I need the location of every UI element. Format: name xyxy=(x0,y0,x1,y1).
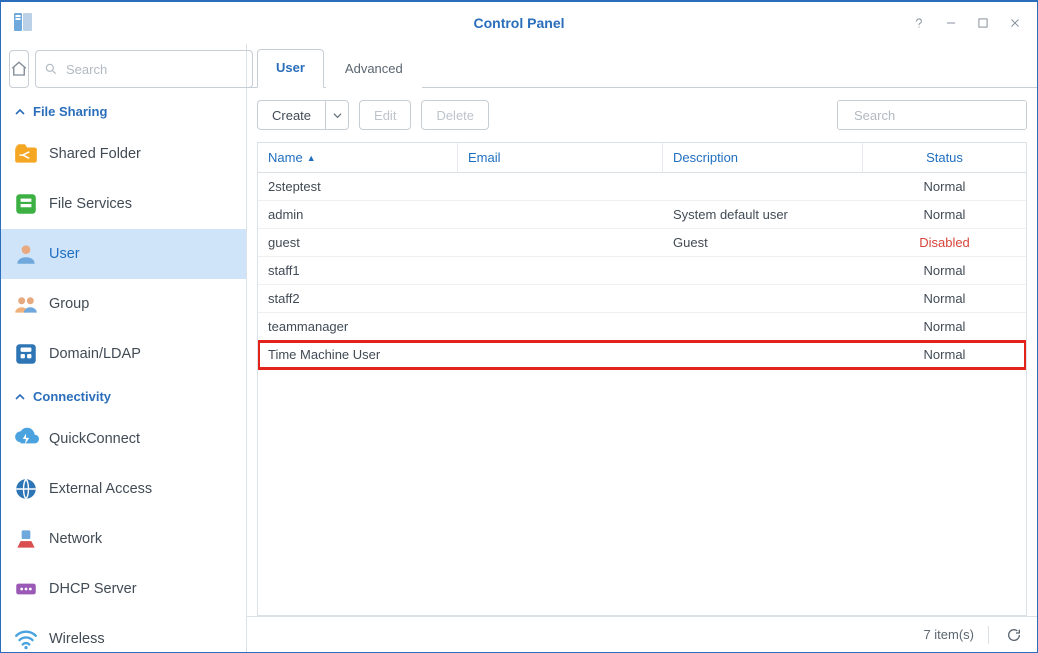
table-row[interactable]: staff1 Normal xyxy=(258,257,1026,285)
help-button[interactable] xyxy=(905,9,933,37)
group-icon xyxy=(13,291,39,317)
edit-button[interactable]: Edit xyxy=(359,100,411,130)
col-status[interactable]: Status xyxy=(863,143,1026,172)
sidebar-item-dhcp-server[interactable]: DHCP Server xyxy=(1,564,246,614)
sidebar-item-group[interactable]: Group xyxy=(1,279,246,329)
control-panel-icon xyxy=(11,10,35,34)
sidebar-item-shared-folder[interactable]: Shared Folder xyxy=(1,129,246,179)
tabbar: User Advanced xyxy=(247,44,1037,88)
chevron-up-icon xyxy=(15,107,25,117)
home-button[interactable] xyxy=(9,50,29,88)
sidebar-item-label: External Access xyxy=(49,481,152,497)
table-row[interactable]: Time Machine User Normal xyxy=(258,341,1026,369)
close-button[interactable] xyxy=(1001,9,1029,37)
file-services-icon xyxy=(13,191,39,217)
chevron-up-icon xyxy=(15,392,25,402)
delete-button[interactable]: Delete xyxy=(421,100,489,130)
shared-folder-icon xyxy=(13,141,39,167)
sidebar-item-file-services[interactable]: File Services xyxy=(1,179,246,229)
sidebar-item-label: User xyxy=(49,246,80,262)
cell-status: Normal xyxy=(863,207,1026,222)
window-title: Control Panel xyxy=(473,15,564,31)
cell-status: Normal xyxy=(863,347,1026,362)
sidebar-item-external-access[interactable]: External Access xyxy=(1,464,246,514)
user-grid: Name▲ Email Description Status 2steptest… xyxy=(257,142,1027,616)
cell-name: 2steptest xyxy=(258,179,458,194)
item-count: 7 item(s) xyxy=(923,627,974,642)
sidebar-item-domain-ldap[interactable]: Domain/LDAP xyxy=(1,329,246,379)
cell-description: System default user xyxy=(663,207,863,222)
cell-name: guest xyxy=(258,235,458,250)
sidebar-item-label: File Services xyxy=(49,196,132,212)
sidebar-item-label: Group xyxy=(49,296,89,312)
control-panel-window: Control Panel File SharingShared FolderF… xyxy=(0,0,1038,653)
cell-name: admin xyxy=(258,207,458,222)
table-row[interactable]: admin System default userNormal xyxy=(258,201,1026,229)
cell-status: Normal xyxy=(863,319,1026,334)
toolbar-search[interactable] xyxy=(837,100,1027,130)
quickconnect-icon xyxy=(13,426,39,452)
refresh-button[interactable] xyxy=(1003,624,1025,646)
network-icon xyxy=(13,526,39,552)
cell-description: Guest xyxy=(663,235,863,250)
create-splitbutton: Create xyxy=(257,100,349,130)
dhcp-server-icon xyxy=(13,576,39,602)
divider xyxy=(988,626,989,644)
sidebar-item-label: Shared Folder xyxy=(49,146,141,162)
sidebar-item-label: DHCP Server xyxy=(49,581,137,597)
refresh-icon xyxy=(1006,627,1022,643)
cell-status: Disabled xyxy=(863,235,1026,250)
grid-footer: 7 item(s) xyxy=(247,616,1037,652)
cell-status: Normal xyxy=(863,179,1026,194)
sidebar-item-label: Domain/LDAP xyxy=(49,346,141,362)
user-icon xyxy=(13,241,39,267)
cell-name: staff2 xyxy=(258,291,458,306)
grid-header: Name▲ Email Description Status xyxy=(258,143,1026,173)
sidebar-item-label: QuickConnect xyxy=(49,431,140,447)
col-description[interactable]: Description xyxy=(663,143,863,172)
sidebar: File Sharing Shared Folder File Services Us… xyxy=(1,44,247,652)
section-header[interactable]: File Sharing xyxy=(1,94,246,129)
minimize-button[interactable] xyxy=(937,9,965,37)
create-dropdown[interactable] xyxy=(325,100,349,130)
col-email[interactable]: Email xyxy=(458,143,663,172)
sort-asc-icon: ▲ xyxy=(307,153,316,163)
cell-name: staff1 xyxy=(258,263,458,278)
wireless-icon xyxy=(13,626,39,652)
sidebar-item-wireless[interactable]: Wireless xyxy=(1,614,246,652)
maximize-button[interactable] xyxy=(969,9,997,37)
toolbar: Create Edit Delete xyxy=(247,88,1037,142)
chevron-down-icon xyxy=(333,111,342,120)
sidebar-item-label: Network xyxy=(49,531,102,547)
toolbar-search-input[interactable] xyxy=(852,107,1032,124)
table-row[interactable]: guest GuestDisabled xyxy=(258,229,1026,257)
table-row[interactable]: 2steptest Normal xyxy=(258,173,1026,201)
search-icon xyxy=(44,62,58,76)
window-controls xyxy=(905,2,1029,44)
cell-status: Normal xyxy=(863,291,1026,306)
section-header[interactable]: Connectivity xyxy=(1,379,246,414)
sidebar-search[interactable] xyxy=(35,50,253,88)
sidebar-search-input[interactable] xyxy=(64,61,244,78)
table-row[interactable]: staff2 Normal xyxy=(258,285,1026,313)
tab-user[interactable]: User xyxy=(257,49,324,88)
sidebar-item-label: Wireless xyxy=(49,631,105,647)
external-access-icon xyxy=(13,476,39,502)
sidebar-item-quickconnect[interactable]: QuickConnect xyxy=(1,414,246,464)
cell-name: teammanager xyxy=(258,319,458,334)
sidebar-item-user[interactable]: User xyxy=(1,229,246,279)
table-row[interactable]: teammanager Normal xyxy=(258,313,1026,341)
create-button[interactable]: Create xyxy=(257,100,325,130)
sidebar-item-network[interactable]: Network xyxy=(1,514,246,564)
tab-advanced[interactable]: Advanced xyxy=(326,50,422,88)
cell-name: Time Machine User xyxy=(258,347,458,362)
domain-ldap-icon xyxy=(13,341,39,367)
cell-status: Normal xyxy=(863,263,1026,278)
titlebar: Control Panel xyxy=(1,2,1037,44)
col-name[interactable]: Name▲ xyxy=(258,143,458,172)
